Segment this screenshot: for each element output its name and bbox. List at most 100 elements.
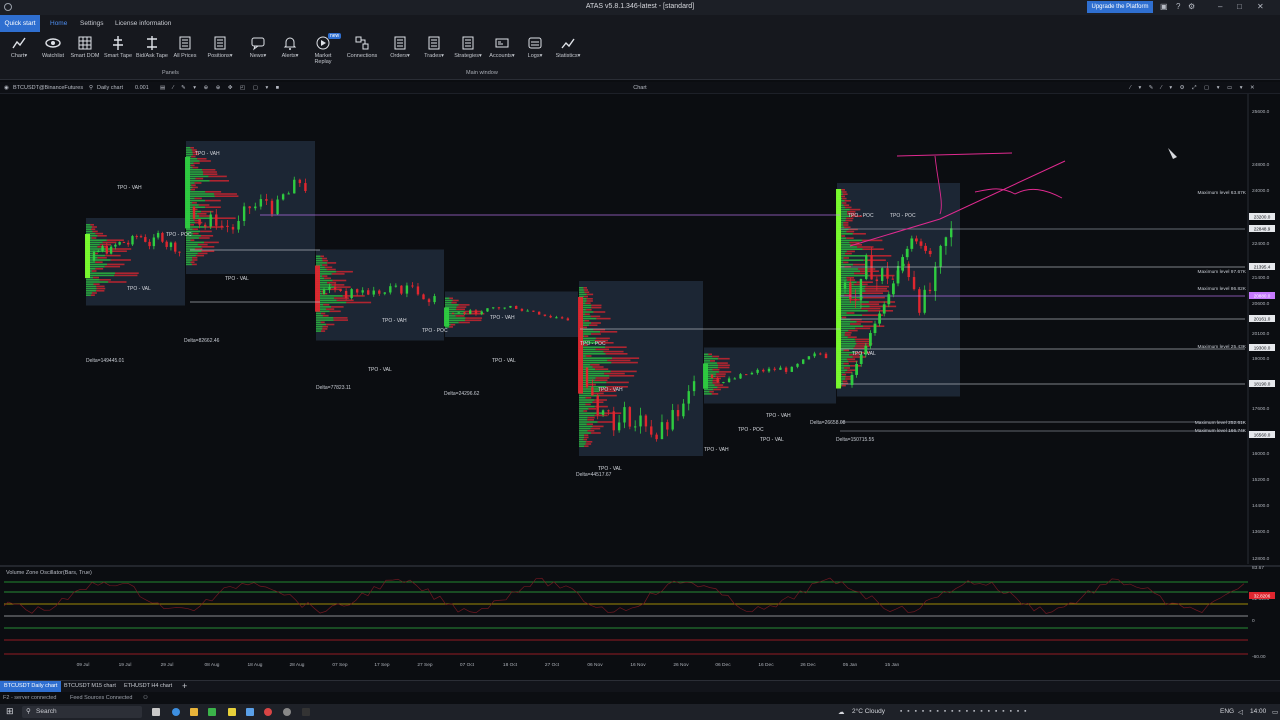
candle-body	[135, 236, 138, 238]
notification-icon[interactable]: ▭	[1272, 708, 1278, 716]
explorer-icon[interactable]	[190, 708, 198, 716]
ribbon-accounts-button[interactable]: Accounts▾	[485, 35, 519, 59]
ribbon-chart-button[interactable]: Chart▾	[2, 35, 36, 59]
app-dark-icon[interactable]	[302, 708, 310, 716]
menu-license[interactable]: License information	[115, 20, 171, 27]
profile-ask-bar	[92, 292, 97, 294]
ribbon-bid-ask-button[interactable]: Bid/Ask Tape	[135, 35, 169, 59]
weather-text[interactable]: 2°C Cloudy	[852, 708, 885, 715]
group-panels-label: Panels	[162, 70, 179, 76]
ribbon-tape-button[interactable]: Smart Tape	[101, 35, 135, 59]
profile-bid-bar	[86, 226, 93, 228]
profile-row	[86, 230, 98, 233]
ribbon-label: News▾	[249, 53, 267, 59]
edge-icon[interactable]	[172, 708, 180, 716]
profile-ask-bar	[585, 309, 592, 311]
time-axis-tick: 27 Sep	[417, 662, 433, 668]
candle-body	[215, 214, 218, 226]
positions-icon	[212, 35, 228, 51]
ribbon-label: Watchlist	[41, 53, 65, 59]
tab-btcusdt-daily[interactable]: BTCUSDT Daily chart	[0, 681, 62, 692]
price-chart[interactable]: TPO - VAH TPO - VAL TPO - POC Delta=149445.…	[0, 94, 1280, 676]
orders-icon	[392, 35, 408, 51]
candle-body	[910, 238, 914, 249]
app-gray-icon[interactable]	[283, 708, 291, 716]
people-icon[interactable]: ⚇	[143, 695, 148, 701]
candle-body	[779, 367, 782, 370]
close-icon[interactable]: ✕	[1257, 2, 1264, 11]
ribbon-orders-button[interactable]: Orders▾	[383, 35, 417, 59]
profile-ask-bar	[718, 357, 730, 360]
profile-row	[579, 441, 593, 443]
profile-ask-bar	[590, 427, 601, 430]
ribbon-replay-button[interactable]: Market Replay	[306, 35, 340, 65]
quick-start-button[interactable]: Quick start	[0, 15, 40, 32]
profile-bid-bar	[86, 230, 93, 233]
tab-btcusdt-m15[interactable]: BTCUSDT M15 chart	[60, 681, 120, 692]
ribbon-news-button[interactable]: News▾	[241, 35, 275, 59]
app-green-icon[interactable]	[208, 708, 216, 716]
menu-home[interactable]: Home	[50, 20, 67, 27]
task-view-icon[interactable]	[152, 708, 160, 716]
ribbon-dom-grid-button[interactable]: Smart DOM	[68, 35, 102, 59]
ribbon-bell-button[interactable]: Alerts▾	[273, 35, 307, 59]
candle-body	[934, 266, 937, 292]
profile-ask-bar	[594, 379, 608, 381]
ribbon-logs-button[interactable]: Logs▾	[518, 35, 552, 59]
profile-ask-bar	[842, 197, 847, 200]
price-axis-tick: 14400.0	[1252, 503, 1270, 509]
candle-body	[457, 312, 460, 314]
profile-ask-bar	[846, 250, 855, 253]
candle-body	[560, 317, 564, 319]
windows-start-icon[interactable]: ⊞	[6, 706, 14, 717]
app-yellow-icon[interactable]	[228, 708, 236, 716]
volume-icon[interactable]: ◁	[1238, 708, 1243, 716]
profile-open-candle	[703, 363, 708, 389]
ribbon-connections-button[interactable]: Connections	[345, 35, 379, 59]
ribbon-trades-button[interactable]: Trades▾	[417, 35, 451, 59]
profile-ask-bar	[591, 322, 601, 324]
profile-ask-bar	[595, 377, 610, 379]
price-axis-tick: 19000.0	[1252, 356, 1270, 362]
profile-row	[579, 423, 594, 425]
profile-row	[579, 408, 597, 410]
candle-body	[350, 289, 353, 299]
profile-label: TPO - POC	[166, 232, 192, 238]
ribbon-strategies-button[interactable]: Strategies▾	[451, 35, 485, 59]
price-marker-label: 20880.0	[1254, 294, 1271, 299]
time-axis-tick: 18 Oct	[503, 662, 518, 668]
candle-body	[416, 286, 420, 295]
profile-ask-bar	[194, 197, 202, 200]
ribbon-statistics-button[interactable]: Statistics▾	[551, 35, 585, 59]
profile-bid-bar	[837, 255, 867, 257]
app-blue-icon[interactable]	[246, 708, 254, 716]
ribbon-positions-button[interactable]: Positions▾	[203, 35, 237, 59]
add-tab-button[interactable]: +	[178, 681, 191, 692]
clock[interactable]: 14:00	[1250, 708, 1266, 715]
minimize-icon[interactable]: –	[1218, 2, 1222, 11]
profile-ask-bar	[324, 266, 333, 269]
camera-icon[interactable]: ▣	[1160, 2, 1168, 11]
maximize-icon[interactable]: □	[1237, 2, 1242, 11]
ribbon-eye-button[interactable]: Watchlist	[36, 35, 70, 59]
profile-row	[579, 368, 609, 370]
chrome-icon[interactable]	[264, 708, 272, 716]
profile-label: Delta=77823.11	[316, 385, 351, 391]
help-icon[interactable]: ?	[1176, 2, 1180, 11]
upgrade-button[interactable]: Upgrade the Platform	[1087, 1, 1153, 13]
ribbon-prices-button[interactable]: All Prices	[168, 35, 202, 59]
chart-window-controls[interactable]: ⁄ ▾ ✎ ⁄ ▾ ⚙ ⤢ ▢ ▾ ▭ ▾ ✕	[1130, 85, 1258, 92]
taskbar-search[interactable]: ⚲ Search	[22, 706, 142, 718]
tab-ethusdt-h4[interactable]: ETHUSDT H4 chart	[120, 681, 176, 692]
language-indicator[interactable]: ENG	[1220, 708, 1234, 715]
candle-body	[118, 241, 121, 245]
candle-body	[328, 287, 331, 290]
profile-ask-bar	[862, 292, 883, 294]
profile-bid-bar	[186, 149, 192, 151]
menu-settings[interactable]: Settings	[80, 20, 104, 27]
settings-icon[interactable]: ⚙	[1188, 2, 1195, 11]
profile-row	[579, 287, 587, 289]
profile-ask-bar	[865, 285, 890, 288]
system-tray-icons[interactable]: ▪▪▪▪▪▪▪▪▪▪▪▪▪▪▪▪▪▪	[900, 708, 1031, 715]
price-axis-tick: 20100.0	[1252, 331, 1270, 337]
